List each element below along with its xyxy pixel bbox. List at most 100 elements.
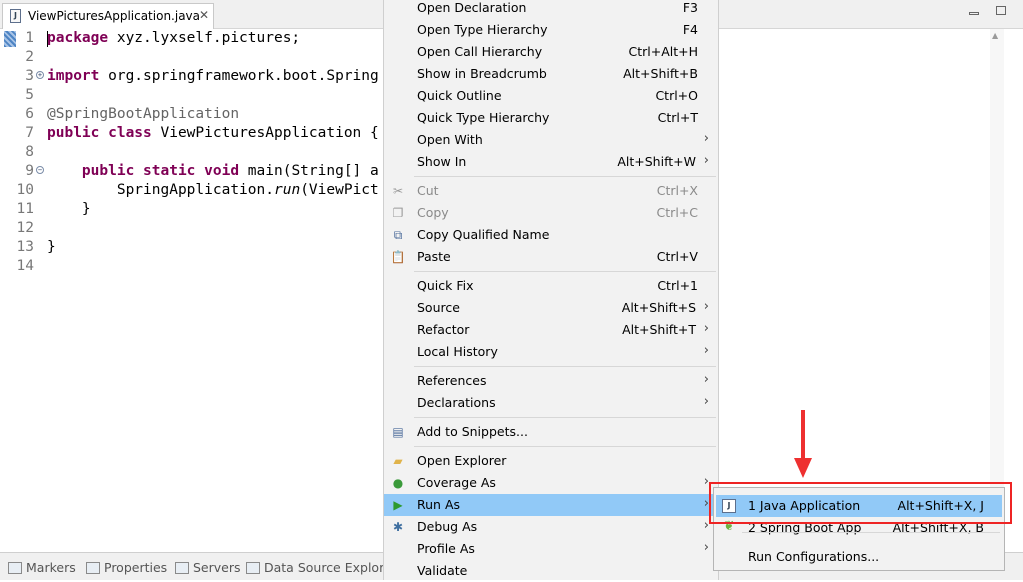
menu-item-coverage-as[interactable]: ● Coverage As › [384,472,718,494]
menu-item-quick-outline[interactable]: Quick Outline Ctrl+O [384,85,718,107]
properties-icon [86,562,100,574]
fold-toggle-icon[interactable]: − [36,166,44,174]
line-number: 14 [16,258,34,274]
line-number: 7 [25,125,34,141]
menu-item-label: Add to Snippets... [417,424,528,439]
menu-separator [414,366,716,367]
close-tab-icon[interactable]: ✕ [199,8,209,22]
menu-item-label: Quick Outline [417,88,502,103]
servers-icon [175,562,189,574]
menu-item-shortcut: Alt+Shift+B [623,66,698,81]
editor-tab[interactable]: J ViewPicturesApplication.java ✕ [2,3,214,29]
menu-item-local-history[interactable]: Local History › [384,341,718,363]
menu-item-label: Paste [417,249,451,264]
menu-item-open-declaration[interactable]: Open Declaration F3 [384,0,718,19]
line-number: 1 [25,30,34,46]
scroll-up-icon[interactable]: ▲ [992,31,998,40]
menu-item-paste[interactable]: 📋 Paste Ctrl+V [384,246,718,268]
menu-item-show-in[interactable]: Show In Alt+Shift+W › [384,151,718,173]
snippets-icon: ▤ [392,425,404,439]
menu-item-declarations[interactable]: Declarations › [384,392,718,414]
menu-item-validate[interactable]: Validate [384,560,718,582]
tab-properties[interactable]: Properties [86,560,167,575]
menu-item-open-type-hierarchy[interactable]: Open Type Hierarchy F4 [384,19,718,41]
menu-item-show-in-breadcrumb[interactable]: Show in Breadcrumb Alt+Shift+B [384,63,718,85]
line-number: 8 [25,144,34,160]
menu-item-debug-as[interactable]: ✱ Debug As › [384,516,718,538]
menu-item-references[interactable]: References › [384,370,718,392]
code-text: } [47,201,91,217]
line-number: 6 [25,106,34,122]
menu-item-copy-qualified-name[interactable]: ⧉ Copy Qualified Name [384,224,718,246]
coverage-icon: ● [392,476,404,490]
menu-item-label: Run As [417,497,461,512]
menu-item-label: Profile As [417,541,475,556]
menu-separator [414,417,716,418]
java-file-icon: J [10,9,21,23]
menu-item-cut[interactable]: ✂ Cut Ctrl+X [384,180,718,202]
menu-item-open-with[interactable]: Open With › [384,129,718,151]
menu-item-quick-fix[interactable]: Quick Fix Ctrl+1 [384,275,718,297]
line-number: 3 [25,68,34,84]
menu-item-label: Refactor [417,322,470,337]
menu-item-open-call-hierarchy[interactable]: Open Call Hierarchy Ctrl+Alt+H [384,41,718,63]
menu-item-run-as[interactable]: ▶ Run As › [384,494,718,516]
scissors-icon: ✂ [392,184,404,198]
menu-item-open-explorer[interactable]: ▰ Open Explorer [384,450,718,472]
chevron-right-icon: › [703,394,709,409]
menu-item-quick-type-hierarchy[interactable]: Quick Type Hierarchy Ctrl+T [384,107,718,129]
editor-scrollbar[interactable]: ▲ [990,29,1004,550]
code-text: public class ViewPicturesApplication { [47,125,379,141]
chevron-right-icon: › [703,299,709,314]
menu-item-label: Open Explorer [417,453,507,468]
tab-markers[interactable]: Markers [8,560,76,575]
menu-item-refactor[interactable]: Refactor Alt+Shift+T › [384,319,718,341]
tab-servers[interactable]: Servers [175,560,241,575]
menu-item-label: Copy Qualified Name [417,227,550,242]
menu-item-add-to-snippets[interactable]: ▤ Add to Snippets... [384,421,718,443]
code-text: @SpringBootApplication [47,106,240,122]
context-menu: Open Declaration F3 Open Type Hierarchy F4 O… [383,0,719,580]
menu-item-copy[interactable]: ❐ Copy Ctrl+C [384,202,718,224]
maximize-icon[interactable] [996,6,1006,15]
tab-label: Servers [193,560,241,575]
code-text: } [47,239,56,255]
menu-item-shortcut: Alt+Shift+T [622,322,696,337]
line-number: 11 [16,201,34,217]
folder-icon: ▰ [393,454,403,468]
line-number: 9 [25,163,34,179]
menu-item-profile-as[interactable]: Profile As › [384,538,718,560]
menu-item-shortcut: Ctrl+O [655,88,698,103]
tab-label: Properties [104,560,168,575]
menu-item-label: Open Call Hierarchy [417,44,543,59]
tab-data-source-explorer[interactable]: Data Source Explore [246,560,392,575]
annotation-arrow [801,410,805,462]
menu-separator [414,271,716,272]
chevron-right-icon: › [703,540,709,555]
menu-item-label: Open Type Hierarchy [417,22,548,37]
fold-toggle-icon[interactable]: + [36,71,44,79]
menu-item-shortcut: Ctrl+Alt+H [628,44,698,59]
code-text: public static void main(String[] a [81,163,379,179]
menu-item-label: Source [417,300,460,315]
menu-item-label: Show In [417,154,467,169]
chevron-right-icon: › [703,131,709,146]
copy-qualified-icon: ⧉ [393,228,403,242]
code-text: import org.springframework.boot.Spring [47,68,379,84]
chevron-right-icon: › [703,343,709,358]
menu-item-label: Show in Breadcrumb [417,66,547,81]
menu-item-shortcut: Ctrl+C [656,205,698,220]
menu-separator [414,446,716,447]
submenu-item-run-configurations[interactable]: Run Configurations... [716,546,1002,568]
chevron-right-icon: › [703,153,709,168]
copy-icon: ❐ [392,206,404,220]
line-number: 5 [25,87,34,103]
markers-icon [8,562,22,574]
run-icon: ▶ [393,498,403,512]
code-text: package xyz.lyxself.pictures; [47,30,301,46]
minimize-icon[interactable] [969,12,979,15]
menu-item-source[interactable]: Source Alt+Shift+S › [384,297,718,319]
menu-item-label: Local History [417,344,498,359]
menu-item-label: Validate [417,563,468,578]
menu-item-shortcut: Ctrl+X [656,183,698,198]
